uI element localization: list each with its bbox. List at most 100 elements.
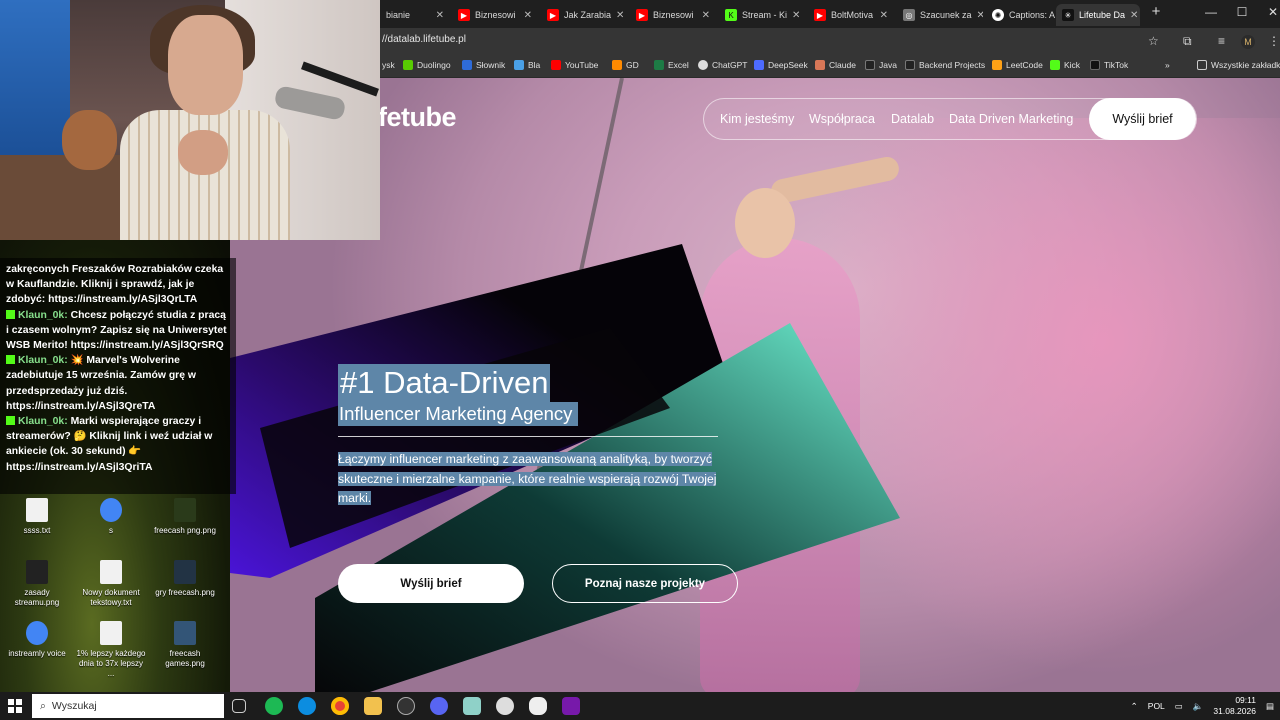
file-explorer-icon[interactable] <box>364 697 382 715</box>
close-window-button[interactable]: ✕ <box>1259 5 1280 19</box>
browser-tab[interactable]: bianie ✕ <box>380 4 450 26</box>
browser-tab[interactable]: ▶ Biznesowi ✕ <box>452 4 538 26</box>
bookmark-item[interactable]: Duolingo <box>403 60 451 70</box>
profile-avatar[interactable]: M <box>1241 35 1255 49</box>
menu-icon[interactable]: ⋮ <box>1268 34 1280 48</box>
chevron-up-icon[interactable]: ⌃ <box>1131 701 1138 712</box>
desktop-icon-label: freecash png.png <box>154 526 216 535</box>
bookmark-label: ChatGPT <box>712 60 748 70</box>
browser-tab-active[interactable]: ✳ Lifetube Da ✕ <box>1056 4 1140 26</box>
extensions-icon[interactable]: ⧉ <box>1183 34 1192 49</box>
heart-icon <box>612 60 622 70</box>
browser-tab[interactable]: K Stream - Ki ✕ <box>719 4 805 26</box>
browser-tab-bar: bianie ✕ ▶ Biznesowi ✕ ▶ Jak Zarabia ✕ ▶… <box>380 0 1280 28</box>
desktop-icon[interactable]: zasady streamu.png <box>1 560 73 608</box>
bookmark-item[interactable]: Java <box>865 60 897 70</box>
site-logo[interactable]: fetube <box>378 102 457 133</box>
volume-icon[interactable]: 🔈 <box>1193 701 1204 712</box>
maximize-button[interactable]: ☐ <box>1228 5 1256 19</box>
bookmark-item[interactable]: DeepSeek <box>754 60 808 70</box>
browser-tab[interactable]: ▶ BoltMotiva ✕ <box>808 4 894 26</box>
bookmark-item[interactable]: YouTube <box>551 60 598 70</box>
more-bookmarks-icon[interactable]: » <box>1165 60 1170 70</box>
bookmark-label: GD <box>626 60 639 70</box>
nav-send-brief-button[interactable]: Wyślij brief <box>1089 98 1196 140</box>
close-icon[interactable]: ✕ <box>436 10 444 21</box>
text-file-icon <box>100 621 122 645</box>
bookmark-item[interactable]: Claude <box>815 60 856 70</box>
bookmark-item[interactable]: ysk <box>382 60 395 70</box>
url-field[interactable]: //datalab.lifetube.pl <box>382 34 466 45</box>
bookmark-label: Kick <box>1064 60 1081 70</box>
bookmark-item[interactable]: TikTok <box>1090 60 1128 70</box>
desktop-icon[interactable]: gry freecash.png <box>149 560 221 598</box>
notifications-icon[interactable]: ▤ <box>1266 701 1274 712</box>
desktop-icon[interactable]: freecash games.png <box>149 621 221 669</box>
desktop-icon-label: Nowy dokument tekstowy.txt <box>82 588 140 607</box>
nav-item-wspolpraca[interactable]: Współpraca <box>809 112 875 126</box>
language-indicator[interactable]: POL <box>1148 701 1165 711</box>
minimize-button[interactable]: — <box>1197 5 1225 19</box>
chrome-icon <box>100 498 122 522</box>
nav-item-data-driven-marketing[interactable]: Data Driven Marketing <box>949 112 1073 126</box>
close-icon[interactable]: ✕ <box>616 10 624 21</box>
clock[interactable]: 09:11 31.08.2026 <box>1213 695 1256 717</box>
browser-tab[interactable]: ◎ Szacunek za ✕ <box>897 4 983 26</box>
desktop-icon[interactable]: 1% lepszy każdego dnia to 37x lepszy ... <box>75 621 147 679</box>
close-icon[interactable]: ✕ <box>792 10 800 21</box>
bookmark-label: YouTube <box>565 60 599 70</box>
close-icon[interactable]: ✕ <box>1130 10 1138 21</box>
desktop-icon[interactable]: ssss.txt <box>1 498 73 536</box>
system-tray: ⌃ POL ▭ 🔈 09:11 31.08.2026 ▤ <box>1131 692 1274 720</box>
globe-icon: ◎ <box>903 9 915 21</box>
media-icon[interactable]: ≡ <box>1218 34 1225 48</box>
chat-message: Klaun_0k: Chcesz połączyć studia z pracą… <box>6 308 230 354</box>
star-icon[interactable]: ☆ <box>1148 34 1159 48</box>
bookmark-item[interactable]: Kick <box>1050 60 1080 70</box>
chatgpt-icon <box>698 60 708 70</box>
see-projects-button[interactable]: Poznaj nasze projekty <box>552 564 738 603</box>
bookmark-item[interactable]: Słownik <box>462 60 505 70</box>
close-icon[interactable]: ✕ <box>977 10 983 21</box>
bookmark-item[interactable]: GD <box>612 60 639 70</box>
all-bookmarks[interactable]: Wszystkie zakładki <box>1197 60 1280 70</box>
new-tab-button[interactable]: + <box>1142 3 1170 20</box>
clock-app-icon[interactable] <box>496 697 514 715</box>
obs-icon[interactable] <box>397 697 415 715</box>
browser-tab[interactable]: ▶ Biznesowi ✕ <box>630 4 716 26</box>
bookmark-item[interactable]: Bla <box>514 60 540 70</box>
spotify-icon[interactable] <box>265 697 283 715</box>
bookmark-item[interactable]: Excel <box>654 60 689 70</box>
kick-icon: K <box>725 9 737 21</box>
close-icon[interactable]: ✕ <box>880 10 888 21</box>
desktop-icon[interactable]: Nowy dokument tekstowy.txt <box>75 560 147 608</box>
chat-message: Klaun_0k: 💥 Marvel's Wolverine zadebiutu… <box>6 353 230 414</box>
windows-start-icon[interactable] <box>8 699 22 713</box>
discord-icon[interactable] <box>430 697 448 715</box>
onenote-icon[interactable] <box>562 697 580 715</box>
desktop-icon[interactable]: freecash png.png <box>149 498 221 536</box>
task-view-icon[interactable] <box>232 699 246 713</box>
bookmark-item[interactable]: Backend Projects <box>905 60 985 70</box>
nav-item-kim-jestesmy[interactable]: Kim jesteśmy <box>720 112 794 126</box>
edge-icon[interactable] <box>298 697 316 715</box>
app-icon[interactable] <box>529 697 547 715</box>
chrome-icon[interactable] <box>331 697 349 715</box>
nav-item-datalab[interactable]: Datalab <box>891 112 934 126</box>
notepad-icon[interactable] <box>463 697 481 715</box>
bookmark-item[interactable]: ChatGPT <box>698 60 747 70</box>
close-icon[interactable]: ✕ <box>702 10 710 21</box>
browser-tab[interactable]: ▶ Jak Zarabia ✕ <box>541 4 627 26</box>
site-nav: Kim jesteśmy Współpraca Datalab Data Dri… <box>703 98 1197 140</box>
send-brief-button[interactable]: Wyślij brief <box>338 564 524 603</box>
bookmark-label: Java <box>879 60 897 70</box>
close-icon[interactable]: ✕ <box>524 10 532 21</box>
chat-username: Klaun_0k: <box>18 309 68 321</box>
desktop-icon[interactable]: s <box>75 498 147 536</box>
desktop-icon-label: freecash games.png <box>165 649 205 668</box>
desktop-icon[interactable]: instreamly voice <box>1 621 73 659</box>
network-icon[interactable]: ▭ <box>1175 701 1183 712</box>
bookmark-item[interactable]: LeetCode <box>992 60 1043 70</box>
bookmark-label: TikTok <box>1104 60 1129 70</box>
taskbar-search[interactable]: ⌕ Wyszukaj <box>32 694 224 718</box>
